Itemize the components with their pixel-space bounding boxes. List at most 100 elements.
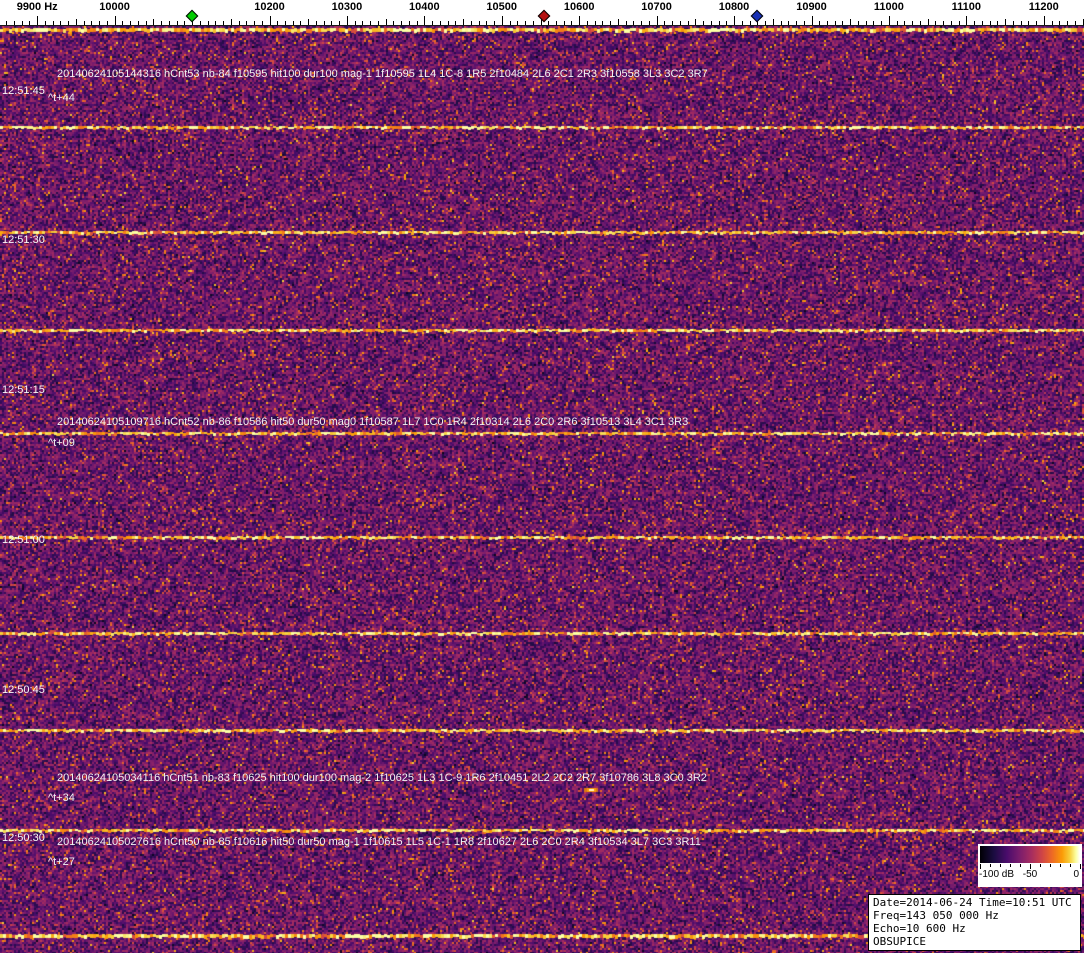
ruler-minor-tick <box>122 21 123 25</box>
ruler-frequency-label: 11100 <box>952 1 981 13</box>
ruler-minor-tick <box>285 21 286 25</box>
ruler-minor-tick <box>6 21 7 25</box>
ruler-minor-tick <box>463 19 464 25</box>
ruler-minor-tick <box>184 21 185 25</box>
ruler-minor-tick <box>788 21 789 25</box>
ruler-minor-tick <box>200 21 201 25</box>
time-label: 12:50:45 <box>2 684 45 696</box>
ruler-major-tick <box>889 16 890 25</box>
ruler-minor-tick <box>1036 21 1037 25</box>
ruler-frequency-label: 11200 <box>1029 1 1059 13</box>
ruler-minor-tick <box>726 21 727 25</box>
ruler-minor-tick <box>866 21 867 25</box>
ruler-minor-tick <box>990 21 991 25</box>
ruler-minor-tick <box>781 21 782 25</box>
ruler-minor-tick <box>641 21 642 25</box>
ruler-minor-tick <box>571 21 572 25</box>
ruler-minor-tick <box>130 21 131 25</box>
ruler-major-tick <box>115 16 116 25</box>
colorbar-label-mid: -50 <box>1023 869 1037 880</box>
observation-info-box: Date=2014-06-24 Time=10:51 UTC Freq=143 … <box>868 894 1081 951</box>
ruler-minor-tick <box>45 21 46 25</box>
ruler-minor-tick <box>479 21 480 25</box>
blue-frequency-marker-icon[interactable] <box>751 10 764 23</box>
ruler-minor-tick <box>277 21 278 25</box>
ruler-minor-tick <box>897 21 898 25</box>
detection-time-offset: ^t+27 <box>48 856 75 868</box>
detection-annotation: 20140624105034116 hCnt51 nb-83 f10625 hi… <box>57 772 707 784</box>
detection-annotation: 20140624105027616 hCnt50 nb-85 f10616 hi… <box>57 836 701 848</box>
ruler-minor-tick <box>773 19 774 25</box>
green-frequency-marker-icon[interactable] <box>186 10 199 23</box>
colorbar-tick <box>1040 864 1041 867</box>
detection-annotation: 20140624105144316 hCnt53 nb-84 f10595 hi… <box>57 68 708 80</box>
colorbar-tick <box>990 864 991 867</box>
ruler-minor-tick <box>618 19 619 25</box>
ruler-minor-tick <box>324 21 325 25</box>
ruler-minor-tick <box>920 21 921 25</box>
ruler-minor-tick <box>169 21 170 25</box>
ruler-minor-tick <box>1028 21 1029 25</box>
time-label: 12:50:30 <box>2 832 45 844</box>
ruler-minor-tick <box>14 21 15 25</box>
ruler-major-tick <box>502 16 503 25</box>
ruler-minor-tick <box>850 19 851 25</box>
colorbar-tick <box>1060 864 1061 867</box>
ruler-minor-tick <box>610 21 611 25</box>
ruler-minor-tick <box>649 21 650 25</box>
ruler-minor-tick <box>1075 21 1076 25</box>
ruler-frequency-label: 11000 <box>874 1 904 13</box>
colorbar-tick <box>1000 864 1001 867</box>
ruler-minor-tick <box>76 19 77 25</box>
colorbar-tick <box>1050 864 1051 867</box>
ruler-minor-tick <box>409 21 410 25</box>
ruler-minor-tick <box>370 21 371 25</box>
ruler-minor-tick <box>494 21 495 25</box>
info-frequency: Freq=143 050 000 Hz <box>873 909 1076 922</box>
ruler-frequency-label: 10300 <box>332 1 363 13</box>
radio-meteor-observer-app: 9900 Hz 10000 10200 10300 10400 10500 10600 107… <box>0 0 1084 953</box>
ruler-minor-tick <box>401 21 402 25</box>
ruler-minor-tick <box>362 21 363 25</box>
ruler-minor-tick <box>60 21 61 25</box>
colorbar-gradient <box>980 846 1080 863</box>
ruler-minor-tick <box>672 21 673 25</box>
ruler-minor-tick <box>750 21 751 25</box>
ruler-minor-tick <box>208 21 209 25</box>
ruler-minor-tick <box>711 21 712 25</box>
ruler-minor-tick <box>84 21 85 25</box>
ruler-minor-tick <box>587 21 588 25</box>
ruler-minor-tick <box>331 21 332 25</box>
ruler-minor-tick <box>835 21 836 25</box>
ruler-minor-tick <box>1005 19 1006 25</box>
ruler-minor-tick <box>455 21 456 25</box>
ruler-minor-tick <box>928 19 929 25</box>
time-label: 12:51:15 <box>2 384 45 396</box>
ruler-minor-tick <box>378 21 379 25</box>
ruler-minor-tick <box>626 21 627 25</box>
ruler-frequency-label: 10900 <box>796 1 827 13</box>
ruler-minor-tick <box>796 21 797 25</box>
ruler-minor-tick <box>912 21 913 25</box>
ruler-minor-tick <box>432 21 433 25</box>
ruler-minor-tick <box>688 21 689 25</box>
ruler-minor-tick <box>486 21 487 25</box>
ruler-minor-tick <box>827 21 828 25</box>
ruler-minor-tick <box>1052 21 1053 25</box>
time-label: 12:51:00 <box>2 534 45 546</box>
ruler-minor-tick <box>935 21 936 25</box>
ruler-minor-tick <box>99 21 100 25</box>
ruler-minor-tick <box>719 21 720 25</box>
ruler-minor-tick <box>177 21 178 25</box>
ruler-minor-tick <box>533 21 534 25</box>
ruler-minor-tick <box>308 19 309 25</box>
colorbar-tick <box>1080 864 1081 869</box>
colorbar-tick <box>1070 864 1071 867</box>
ruler-minor-tick <box>765 21 766 25</box>
ruler-minor-tick <box>548 21 549 25</box>
ruler-minor-tick <box>29 21 30 25</box>
info-echo-frequency: Echo=10 600 Hz <box>873 922 1076 935</box>
ruler-minor-tick <box>858 21 859 25</box>
detection-time-offset: ^t+44 <box>48 92 75 104</box>
ruler-minor-tick <box>1013 21 1014 25</box>
